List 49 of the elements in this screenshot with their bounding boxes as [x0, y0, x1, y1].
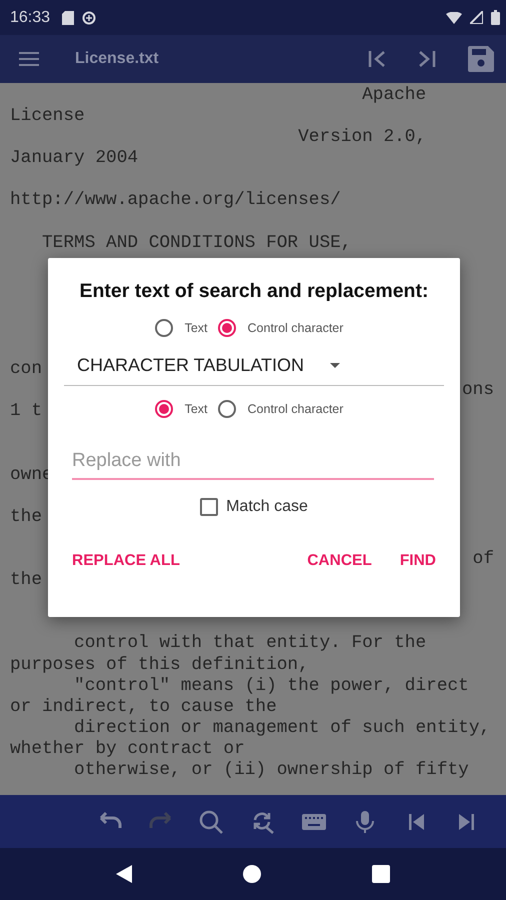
- back-icon[interactable]: [116, 865, 132, 883]
- file-title: License.txt: [75, 50, 159, 68]
- document-text: Apache: [361, 85, 426, 106]
- clock-time: 16:33: [10, 8, 50, 26]
- document-text: purposes of this definition,: [10, 654, 309, 676]
- search-icon[interactable]: [199, 810, 225, 834]
- dialog-action-button[interactable]: CANCEL: [299, 546, 380, 576]
- signal-icon: [470, 11, 483, 24]
- document-text: ons: [462, 380, 494, 402]
- dialog-action-button[interactable]: REPLACE ALL: [64, 546, 188, 576]
- save-icon[interactable]: [468, 46, 494, 72]
- document-text: whether by contract or: [10, 738, 245, 760]
- radio-label[interactable]: Control character: [248, 402, 344, 416]
- document-text: http://www.apache.org/licenses/: [10, 190, 341, 212]
- sd-card-icon: [62, 10, 74, 24]
- radio-label[interactable]: Control character: [248, 321, 344, 335]
- first-page-icon[interactable]: [368, 51, 386, 67]
- document-text: TERMS AND CONDITIONS FOR USE,: [41, 232, 352, 254]
- radio-label[interactable]: Text: [184, 402, 208, 416]
- last-page-icon[interactable]: [418, 51, 436, 67]
- document-text: direction or management of such entity,: [73, 718, 490, 739]
- checkbox[interactable]: [200, 498, 218, 516]
- radio-button[interactable]: [218, 400, 236, 418]
- document-text: Version 2.0,: [297, 127, 426, 148]
- document-text: License: [10, 106, 85, 128]
- document-text: con: [10, 359, 42, 380]
- radio-label[interactable]: Text: [184, 321, 208, 335]
- document-text: control with that entity. For the: [73, 633, 426, 655]
- document-text: 1 t: [10, 401, 42, 422]
- document-text: otherwise, or (ii) ownership of fifty: [73, 760, 469, 782]
- radio-button[interactable]: [154, 400, 173, 418]
- checkbox-label[interactable]: Match case: [226, 498, 308, 516]
- radio-button[interactable]: [154, 319, 173, 337]
- document-text: "control" means (i) the power, direct: [73, 676, 469, 697]
- document-text: the: [10, 570, 42, 592]
- document-text: the: [10, 506, 42, 528]
- document-text: of: [472, 549, 494, 570]
- dialog-action-button[interactable]: FIND: [392, 546, 444, 576]
- dialog-title: Enter text of search and replacement:: [78, 280, 430, 303]
- recents-icon[interactable]: [372, 865, 390, 883]
- wifi-icon: [446, 12, 462, 24]
- menu-icon[interactable]: [19, 52, 39, 66]
- document-text: or indirect, to cause the: [10, 696, 277, 718]
- home-icon[interactable]: [242, 865, 261, 883]
- dropdown-caret-icon: [330, 363, 340, 368]
- character-dropdown[interactable]: CHARACTER TABULATION: [64, 355, 444, 386]
- document-text: January 2004: [10, 148, 138, 170]
- radio-button[interactable]: [218, 319, 236, 337]
- battery-icon: [491, 10, 500, 25]
